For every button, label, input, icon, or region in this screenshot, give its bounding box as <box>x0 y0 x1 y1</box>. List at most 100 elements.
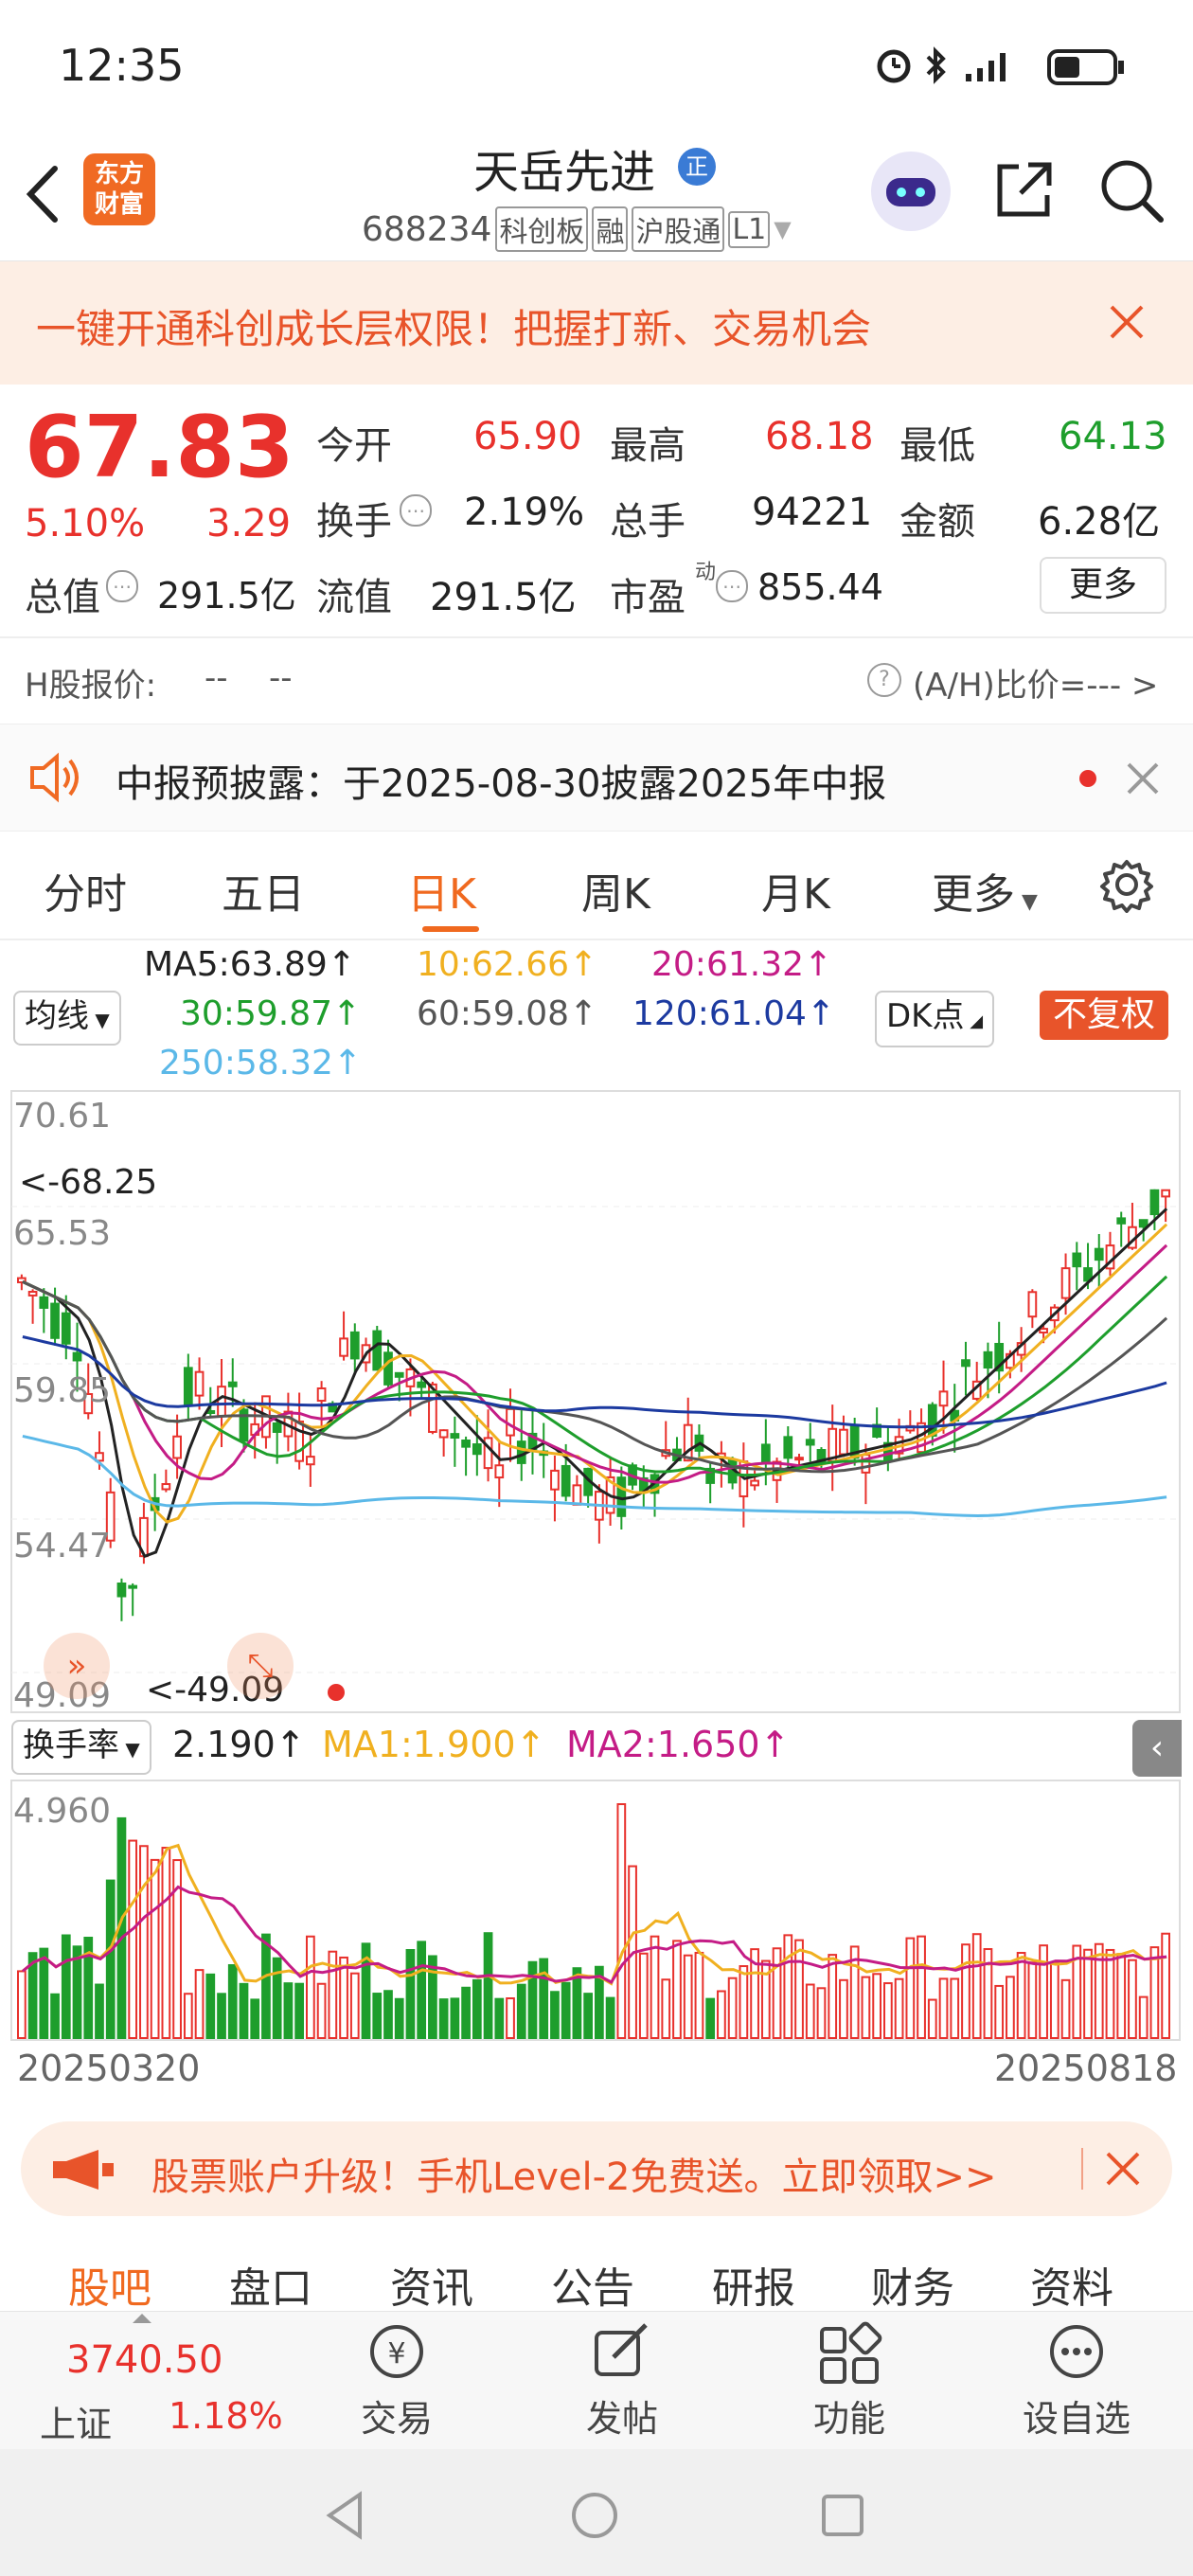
active-tab-indicator <box>422 926 479 932</box>
expand-left-icon[interactable]: » <box>44 1633 110 1699</box>
close-icon[interactable] <box>1125 760 1161 796</box>
back-triangle-icon[interactable] <box>318 2487 375 2544</box>
promo-text[interactable]: 股票账户升级！手机Level-2免费送。立即领取>> <box>151 2146 997 2201</box>
tab-more[interactable]: 更多 ▼ <box>932 860 1038 921</box>
close-icon[interactable] <box>1106 301 1148 343</box>
volume-bar <box>50 1993 60 2040</box>
volume-bar <box>872 1973 881 2039</box>
open-label: 今开 <box>316 424 392 468</box>
tab-news[interactable]: 资讯 <box>390 2254 473 2311</box>
tab-orderbook[interactable]: 盘口 <box>229 2254 312 2311</box>
index-percent[interactable]: 1.18% <box>169 2395 283 2437</box>
volume-bar <box>417 1941 427 2039</box>
tab-forum[interactable]: 股吧 <box>68 2254 151 2311</box>
y-label-top: 70.61 <box>13 1097 112 1136</box>
candle-body <box>72 1351 82 1362</box>
adjust-button[interactable]: 不复权 <box>1040 991 1169 1040</box>
vol-ma1-value: MA1:1.900↑ <box>322 1724 546 1765</box>
level-tag: L1 <box>728 210 771 248</box>
share-icon[interactable] <box>990 157 1057 224</box>
volume-bar <box>394 1997 404 2039</box>
nav-post[interactable]: 发帖 <box>579 2319 665 2442</box>
tab-monthly-k[interactable]: 月K <box>761 860 830 921</box>
nav-functions[interactable]: 功能 <box>807 2319 892 2442</box>
ah-ratio[interactable]: (A/H)比价=--- > <box>913 659 1158 706</box>
nav-watchlist[interactable]: 设自选 <box>1015 2319 1138 2442</box>
volume-bar <box>1116 1953 1127 2039</box>
tab-research[interactable]: 研报 <box>712 2254 795 2311</box>
nav-trade[interactable]: ¥ 交易 <box>354 2319 439 2442</box>
ma10-value: 10:62.66↑ <box>417 945 598 984</box>
index-name[interactable]: 上证 <box>40 2395 112 2447</box>
info-icon[interactable]: ⋯ <box>716 570 748 602</box>
volume-bar <box>650 1935 660 2040</box>
level2-promo[interactable]: 股票账户升级！手机Level-2免费送。立即领取>> <box>21 2121 1172 2216</box>
candle-body <box>128 1584 138 1589</box>
help-icon[interactable]: ? <box>867 663 901 697</box>
indicator-select[interactable]: 均线 ▼ <box>13 991 121 1046</box>
candle-body <box>116 1583 127 1598</box>
volume-bar <box>950 1977 960 2040</box>
banner-text[interactable]: 一键开通科创成长层权限！把握打新、交易机会 <box>36 297 871 355</box>
volume-bar <box>783 1934 793 2039</box>
unread-dot <box>1079 770 1096 787</box>
more-button[interactable]: 更多 <box>1040 557 1166 614</box>
collapse-panel-icon[interactable]: ‹ <box>1132 1720 1182 1777</box>
vol-ma2-value: MA2:1.650↑ <box>566 1724 791 1765</box>
close-icon[interactable] <box>1104 2150 1142 2188</box>
assistant-avatar[interactable] <box>871 152 951 231</box>
search-icon[interactable] <box>1096 155 1166 225</box>
candle-body <box>50 1302 60 1339</box>
back-arrow-icon[interactable] <box>19 161 66 227</box>
candle-body <box>39 1296 49 1309</box>
volume-bar <box>1039 1944 1048 2039</box>
dropdown-icon[interactable]: ▼ <box>774 216 791 242</box>
svg-text:¥: ¥ <box>387 2337 405 2370</box>
volume-bar <box>727 1977 738 2039</box>
tab-financials[interactable]: 财务 <box>871 2254 954 2311</box>
info-icon[interactable]: ⋯ <box>400 494 432 527</box>
volume-bar <box>1149 1946 1160 2040</box>
ma30-value: 30:59.87↑ <box>180 994 362 1033</box>
tab-intraday[interactable]: 分时 <box>44 860 127 921</box>
ma250-value: 250:58.32↑ <box>159 1044 363 1082</box>
low-label: 最低 <box>899 424 975 468</box>
notice-bar[interactable]: 中报预披露：于2025-08-30披露2025年中报 <box>0 724 1193 832</box>
gear-icon[interactable] <box>1098 856 1155 913</box>
alarm-icon <box>877 49 911 83</box>
tab-profile[interactable]: 资料 <box>1030 2254 1113 2311</box>
tab-five-day[interactable]: 五日 <box>222 860 305 921</box>
volume-indicator-select[interactable]: 换手率 ▼ <box>11 1720 151 1775</box>
stock-code: 688234 <box>362 209 492 249</box>
logo-text: 财富 <box>94 190 144 219</box>
notice-text[interactable]: 中报预披露：于2025-08-30披露2025年中报 <box>116 753 886 808</box>
recents-square-icon[interactable] <box>814 2487 871 2544</box>
y-label: 59.85 <box>13 1371 112 1410</box>
candle-body <box>783 1436 793 1459</box>
stock-name: 天岳先进 <box>473 146 656 199</box>
candlestick-chart[interactable] <box>0 1089 1193 1714</box>
last-price: 67.83 <box>25 398 294 497</box>
volume-bar <box>1083 1948 1093 2040</box>
info-icon[interactable]: ⋯ <box>106 570 138 602</box>
volume-chart[interactable] <box>0 1779 1193 2044</box>
candle-body <box>383 1351 393 1386</box>
volume-bar <box>139 1845 149 2039</box>
bluetooth-icon <box>926 46 946 84</box>
volume-bar <box>516 1983 526 2039</box>
system-nav-bar <box>0 2449 1193 2576</box>
candle-body <box>27 1290 38 1297</box>
candle-body <box>938 1390 949 1407</box>
chart-tabs: 分时 五日 日K 周K 月K 更多 ▼ <box>0 830 1193 940</box>
promo-banner[interactable]: 一键开通科创成长层权限！把握打新、交易机会 <box>0 261 1193 385</box>
candle-body <box>839 1428 848 1456</box>
tab-weekly-k[interactable]: 周K <box>581 860 650 921</box>
tab-daily-k[interactable]: 日K <box>407 860 476 921</box>
volume-bar <box>438 1998 449 2040</box>
index-value[interactable]: 3740.50 <box>66 2338 223 2382</box>
home-circle-icon[interactable] <box>566 2487 623 2544</box>
fullscreen-icon[interactable]: ⤡ <box>227 1633 294 1699</box>
tab-announcements[interactable]: 公告 <box>551 2254 634 2311</box>
dk-point-button[interactable]: DK点 ◢ <box>875 991 995 1047</box>
volume-bar <box>306 1935 315 2039</box>
